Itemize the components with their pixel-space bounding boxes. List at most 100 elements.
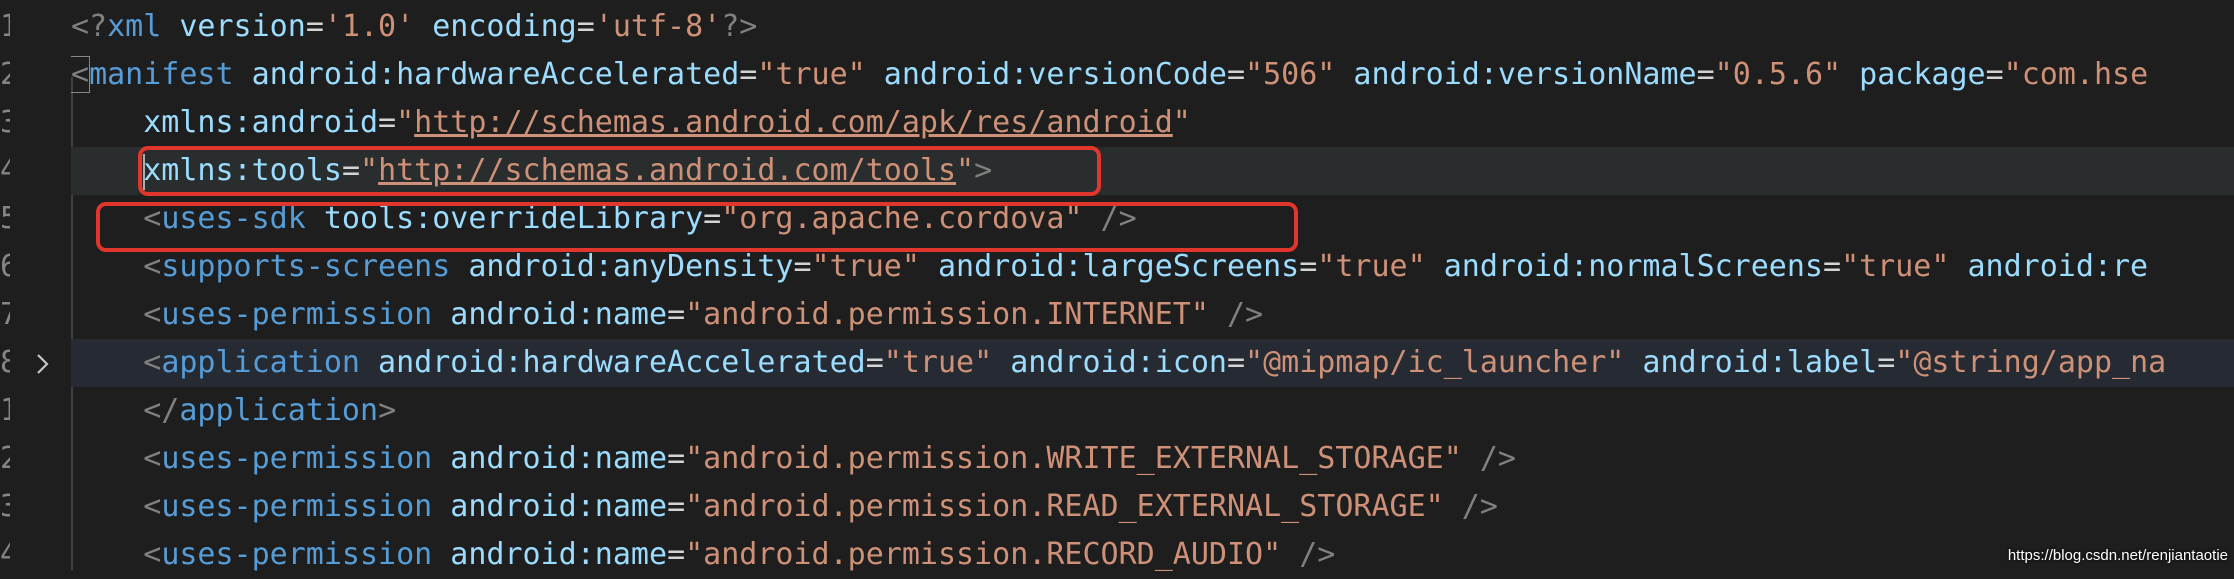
line-number: 6	[0, 249, 10, 284]
code-token: =	[378, 105, 397, 140]
code-token: <	[71, 489, 162, 524]
code-token: http://schemas.android.com/apk/res/andro…	[414, 105, 1173, 140]
code-token: <	[71, 297, 162, 332]
code-token: <?	[71, 9, 108, 44]
code-line[interactable]: <uses-permission android:name="android.p…	[71, 483, 2234, 531]
code-token: "android.permission.RECORD_AUDIO"	[685, 537, 1282, 572]
code-token: />	[1281, 537, 1336, 572]
code-token: />	[1461, 441, 1516, 476]
highlight-box-uses-sdk	[96, 202, 1298, 252]
code-line[interactable]: <uses-permission android:name="android.p…	[71, 291, 2234, 339]
code-token: </	[71, 393, 180, 428]
code-line[interactable]: </application>	[71, 387, 2234, 435]
code-token: ?>	[721, 9, 758, 44]
code-token: =	[667, 441, 686, 476]
code-token: android:name	[432, 441, 668, 476]
code-token: "@string/app_na	[1895, 345, 2167, 380]
code-token: package	[1841, 57, 1986, 92]
code-token: "android.permission.INTERNET"	[685, 297, 1209, 332]
code-token: "true"	[883, 345, 993, 380]
line-number: 4	[0, 153, 10, 188]
line-number: 2	[0, 57, 10, 92]
code-line[interactable]: <uses-permission android:name="android.p…	[71, 531, 2234, 579]
code-token: '1.0'	[323, 9, 415, 44]
code-token: xml	[107, 9, 162, 44]
code-editor[interactable]: 123456781234 <?xml version='1.0' encodin…	[0, 0, 2234, 572]
code-line[interactable]: <application android:hardwareAccelerated…	[71, 339, 2234, 387]
code-token: <	[71, 537, 162, 572]
line-number: 5	[0, 201, 10, 236]
code-token: supports-screens	[161, 249, 451, 284]
code-line[interactable]: <?xml version='1.0' encoding='utf-8'?>	[71, 3, 2234, 51]
code-token: =	[667, 537, 686, 572]
code-token: "506"	[1245, 57, 1336, 92]
code-token: =	[305, 9, 324, 44]
code-token: =	[1823, 249, 1842, 284]
code-token: xmlns:android	[71, 105, 379, 140]
code-token: android:name	[432, 537, 668, 572]
code-token: 'utf-8'	[594, 9, 722, 44]
code-token: android:re	[1949, 249, 2149, 284]
line-number: 2	[0, 441, 10, 476]
code-token: android:largeScreens	[919, 249, 1300, 284]
highlight-box-xmlns-tools	[138, 146, 1101, 196]
code-token: android:icon	[992, 345, 1227, 380]
code-token: <	[71, 345, 162, 380]
code-token: "android.permission.WRITE_EXTERNAL_STORA…	[685, 441, 1462, 476]
line-number: 7	[0, 297, 10, 332]
code-token: android:label	[1624, 345, 1878, 380]
code-token: "android.permission.READ_EXTERNAL_STORAG…	[685, 489, 1444, 524]
line-number: 1	[0, 393, 10, 428]
chevron-right-icon[interactable]	[34, 339, 58, 387]
code-token: "@mipmap/ic_launcher"	[1245, 345, 1625, 380]
code-token: =	[1696, 57, 1715, 92]
code-token: "true"	[757, 57, 866, 92]
code-line[interactable]: xmlns:android="http://schemas.android.co…	[71, 99, 2234, 147]
watermark: https://blog.csdn.net/renjiantaotie	[2007, 547, 2228, 564]
code-token: =	[1226, 345, 1246, 380]
code-token: application	[161, 345, 360, 380]
code-line[interactable]: <uses-permission android:name="android.p…	[71, 435, 2234, 483]
code-token: uses-permission	[161, 537, 433, 572]
code-token: application	[179, 393, 379, 428]
line-number: 4	[0, 537, 10, 572]
code-token: =	[667, 297, 686, 332]
line-number: 3	[0, 489, 10, 524]
code-token: =	[793, 249, 812, 284]
code-token: uses-permission	[161, 489, 433, 524]
code-token: =	[739, 57, 758, 92]
code-token: =	[576, 9, 595, 44]
code-token: />	[1208, 297, 1264, 332]
code-token: "true"	[1841, 249, 1950, 284]
code-token: "true"	[811, 249, 920, 284]
line-number: 1	[0, 9, 10, 44]
code-token: android:versionName	[1335, 57, 1697, 92]
code-token: "true"	[1317, 249, 1426, 284]
code-token: "0.5.6"	[1714, 57, 1842, 92]
code-token: version	[161, 9, 306, 44]
code-token: />	[1443, 489, 1498, 524]
code-token: android:normalScreens	[1425, 249, 1823, 284]
line-number: 3	[0, 105, 10, 140]
code-token: "com.hse	[2003, 57, 2149, 92]
code-token: =	[865, 345, 884, 380]
code-token: "	[396, 105, 415, 140]
code-token: android:anyDensity	[450, 249, 794, 284]
code-token: =	[1226, 57, 1246, 92]
code-token: >	[378, 393, 397, 428]
code-token: uses-permission	[161, 297, 433, 332]
code-token: encoding	[414, 9, 577, 44]
code-token: android:hardwareAccelerated	[360, 345, 866, 380]
line-number: 8	[0, 345, 10, 380]
code-line[interactable]: <manifest android:hardwareAccelerated="t…	[71, 51, 2234, 99]
line-number-gutter: 1 2 3 4 5 6 7 8 1 2 3 4	[0, 0, 70, 572]
code-token: <	[71, 249, 162, 284]
code-token: =	[667, 489, 686, 524]
code-token: =	[1985, 57, 2004, 92]
code-token: <	[71, 441, 162, 476]
code-token: uses-permission	[161, 441, 433, 476]
code-token: android:name	[432, 489, 668, 524]
code-token: android:name	[432, 297, 668, 332]
code-token: =	[1299, 249, 1318, 284]
code-token: android:hardwareAccelerated	[233, 57, 740, 92]
